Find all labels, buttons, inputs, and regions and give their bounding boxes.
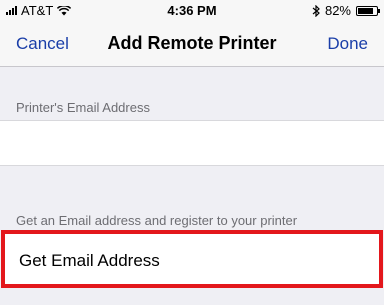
- battery-icon: [356, 5, 380, 16]
- email-section-header: Printer's Email Address: [16, 100, 150, 115]
- status-bar: AT&T 4:36 PM 82%: [0, 0, 384, 20]
- get-email-address-label: Get Email Address: [19, 251, 160, 270]
- email-cell: [0, 120, 384, 166]
- done-button[interactable]: Done: [327, 34, 368, 54]
- get-email-section-header: Get an Email address and register to you…: [16, 213, 298, 228]
- get-email-address-button[interactable]: Get Email Address: [1, 230, 383, 288]
- email-field[interactable]: [16, 121, 368, 165]
- battery-level: [358, 7, 373, 14]
- bluetooth-icon: [312, 4, 320, 17]
- battery-percent: 82%: [324, 3, 351, 18]
- navigation-bar: Cancel Add Remote Printer Done: [0, 20, 384, 67]
- status-right: 82%: [312, 3, 380, 18]
